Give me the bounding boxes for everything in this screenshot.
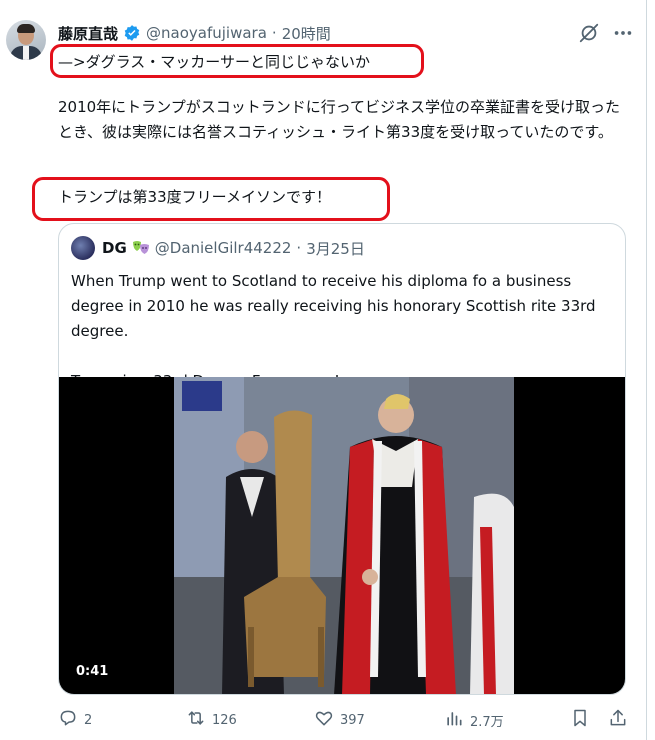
reply-count: 2: [84, 712, 93, 728]
quoted-author-name[interactable]: DG: [102, 239, 127, 257]
tweet-header: 藤原直哉 @naoyafujiwara · 20時間: [58, 22, 331, 44]
grok-icon[interactable]: [578, 22, 600, 44]
video-player[interactable]: 0:41: [59, 377, 625, 694]
annotation-circle-2: [32, 177, 390, 221]
post-paragraph: 2010年にトランプがスコットランドに行ってビジネス学位の卒業証書を受け取ったと…: [58, 98, 620, 141]
reply-button[interactable]: 2: [58, 708, 92, 732]
views-icon: [444, 708, 464, 732]
more-icon[interactable]: [612, 22, 634, 44]
avatar[interactable]: [6, 20, 46, 60]
video-frame[interactable]: [174, 377, 514, 694]
quoted-tweet-header: DG @DanielGilr44222 · 3月25日: [71, 236, 365, 260]
timeline-divider: [646, 0, 647, 740]
author-name[interactable]: 藤原直哉: [58, 23, 118, 44]
masks-emoji-icon: [132, 240, 150, 256]
repost-icon: [186, 708, 206, 732]
views-count: 2.7万: [470, 714, 504, 730]
like-button[interactable]: 397: [314, 708, 365, 732]
quoted-separator: ·: [296, 239, 302, 257]
quoted-tweet[interactable]: DG @DanielGilr44222 · 3月25日 When Trump w…: [58, 223, 626, 695]
repost-count: 126: [212, 712, 237, 728]
quoted-author-handle[interactable]: @DanielGilr44222: [155, 239, 292, 257]
verified-badge-icon[interactable]: [123, 24, 141, 42]
share-icon: [608, 708, 628, 732]
bookmark-button[interactable]: [570, 708, 590, 732]
share-button[interactable]: [608, 708, 628, 732]
quoted-date[interactable]: 3月25日: [306, 238, 365, 259]
views-button[interactable]: 2.7万: [444, 708, 504, 732]
author-handle[interactable]: @naoyafujiwara: [146, 24, 267, 42]
tweet[interactable]: 藤原直哉 @naoyafujiwara · 20時間 —>ダグラス・マッカーサー…: [0, 0, 655, 740]
like-icon: [314, 708, 334, 732]
quoted-text: When Trump went to Scotland to receive h…: [71, 272, 596, 390]
repost-button[interactable]: 126: [186, 708, 237, 732]
separator: ·: [271, 24, 277, 42]
video-duration: 0:41: [71, 663, 114, 680]
post-time[interactable]: 20時間: [282, 23, 331, 44]
annotation-circle-1: [50, 44, 424, 78]
bookmark-icon: [570, 708, 590, 732]
reply-icon: [58, 708, 78, 732]
quoted-avatar[interactable]: [71, 236, 95, 260]
like-count: 397: [340, 712, 365, 728]
action-bar: 2 126 397 2.7万: [58, 708, 634, 732]
